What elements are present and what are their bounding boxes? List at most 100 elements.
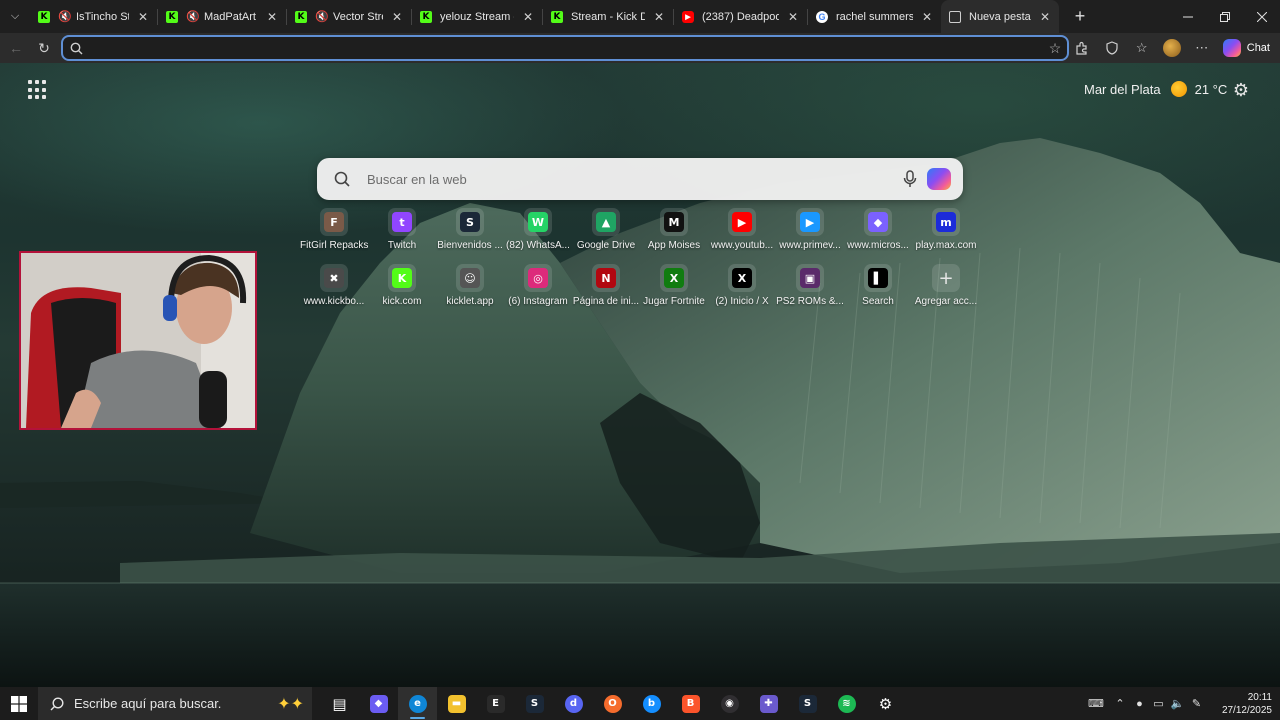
quick-link-tile[interactable]: ▶ www.youtub... [708, 206, 776, 262]
quick-link-tile[interactable]: ◆ www.micros... [844, 206, 912, 262]
minimize-button[interactable] [1169, 0, 1206, 33]
clock-date: 27/12/2025 [1221, 704, 1272, 716]
taskbar-app-button[interactable]: e [398, 687, 437, 720]
speaker-icon[interactable]: 🔈 [1168, 687, 1187, 720]
quick-link-icon-frame: m [932, 208, 960, 236]
quick-link-label: Google Drive [576, 240, 636, 251]
close-tab-icon[interactable]: ✕ [921, 10, 933, 24]
quick-link-tile[interactable]: m play.max.com [912, 206, 980, 262]
steam-icon: S [460, 212, 480, 232]
quick-link-tile[interactable]: t Twitch [368, 206, 436, 262]
back-button[interactable]: ← [2, 34, 30, 62]
muted-speaker-icon[interactable]: 🔇 [186, 10, 200, 23]
network-icon[interactable]: ▭ [1149, 687, 1168, 720]
taskbar-app-button[interactable]: S [788, 687, 827, 720]
taskbar-app-button[interactable]: ▬ [437, 687, 476, 720]
web-search-box[interactable]: Buscar en la web [317, 158, 963, 200]
taskbar-search-box[interactable]: Escribe aquí para buscar. ✦✦ [38, 687, 312, 720]
whatsapp-icon: W [528, 212, 548, 232]
taskbar-app-button[interactable]: ✚ [749, 687, 788, 720]
quick-link-tile[interactable]: ◎ (6) Instagram [504, 262, 572, 318]
taskbar-app-button[interactable]: ▤ [320, 687, 359, 720]
quick-link-tile[interactable]: N Página de ini... [572, 262, 640, 318]
browser-tab[interactable]: K 🔇 IsTincho Stream ✕ [30, 0, 157, 33]
more-options-icon[interactable]: ⋯ [1187, 33, 1217, 63]
streamer-webcam-image [21, 253, 255, 428]
quick-link-tile[interactable]: ▌ Search [844, 262, 912, 318]
quick-link-tile[interactable]: ▣ PS2 ROMs &... [776, 262, 844, 318]
taskbar-app-button[interactable]: E [476, 687, 515, 720]
weather-widget[interactable]: Mar del Plata 21 °C [1084, 81, 1227, 97]
tray-app-icon[interactable]: ● [1130, 687, 1149, 720]
start-button[interactable] [0, 687, 38, 720]
taskbar-app-button[interactable]: S [515, 687, 554, 720]
profile-button[interactable] [1157, 33, 1187, 63]
browser-tab[interactable]: K 🔇 Vector Stream - W ✕ [287, 0, 411, 33]
muted-speaker-icon[interactable]: 🔇 [315, 10, 329, 23]
new-tab-button[interactable]: + [1065, 0, 1095, 33]
quick-link-tile[interactable]: X Jugar Fortnite [640, 262, 708, 318]
show-hidden-icons-chevron-icon[interactable]: ⌃ [1110, 687, 1130, 720]
quick-link-tile[interactable]: Kkick.com [368, 262, 436, 318]
restore-button[interactable] [1206, 0, 1243, 33]
address-input[interactable] [87, 38, 1043, 58]
muted-speaker-icon[interactable]: 🔇 [58, 10, 72, 23]
taskbar-app-button[interactable]: ⚙ [866, 687, 905, 720]
quick-link-icon-frame: ✖ [320, 264, 348, 292]
taskbar-app-button[interactable]: ≋ [827, 687, 866, 720]
ps2-roms-icon: ▣ [800, 268, 820, 288]
close-tab-icon[interactable]: ✕ [1039, 10, 1051, 24]
quick-link-tile[interactable]: X (2) Inicio / X [708, 262, 776, 318]
pen-icon[interactable]: ✎ [1187, 687, 1206, 720]
close-tab-icon[interactable]: ✕ [653, 10, 665, 24]
taskbar-app-button[interactable]: d [554, 687, 593, 720]
quick-link-tile[interactable]: ▲ Google Drive [572, 206, 640, 262]
quick-link-tile[interactable]: M App Moises [640, 206, 708, 262]
taskbar-app-button[interactable]: ◉ [710, 687, 749, 720]
quick-link-tile[interactable]: ✖ www.kickbo... [300, 262, 368, 318]
browser-tab[interactable]: Kyelouz Stream - Wat ✕ [412, 0, 542, 33]
taskbar-app-button[interactable]: O [593, 687, 632, 720]
copilot-icon[interactable] [927, 168, 951, 190]
microphone-icon[interactable] [893, 170, 927, 188]
clock-time: 20:11 [1247, 691, 1272, 703]
apps-launcher-icon[interactable] [28, 80, 48, 100]
twitch-icon: t [392, 212, 412, 232]
close-window-button[interactable] [1243, 0, 1280, 33]
extensions-icon[interactable] [1067, 33, 1097, 63]
favorites-icon[interactable]: ☆ [1127, 33, 1157, 63]
address-bar[interactable]: ☆ [61, 35, 1069, 61]
tab-actions-menu-button[interactable]: ⌵ [0, 0, 30, 33]
quick-link-tile[interactable]: F FitGirl Repacks [300, 206, 368, 262]
browser-tab[interactable]: K 🔇 MadPatArt Strea ✕ [158, 0, 286, 33]
page-settings-gear-icon[interactable]: ⚙ [1231, 80, 1251, 100]
close-tab-icon[interactable]: ✕ [266, 10, 278, 24]
quick-link-icon-frame: M [660, 208, 688, 236]
quick-link-tile[interactable]: ▶ www.primev... [776, 206, 844, 262]
quick-link-tile[interactable]: W (82) WhatsA... [504, 206, 572, 262]
quick-link-tile[interactable]: S Bienvenidos ... [436, 206, 504, 262]
reload-button[interactable]: ↻ [30, 34, 58, 62]
browser-tab[interactable]: Grachel summers - Bu ✕ [808, 0, 941, 33]
close-tab-icon[interactable]: ✕ [787, 10, 799, 24]
prime-video-icon: ▶ [800, 212, 820, 232]
browser-essentials-icon[interactable] [1097, 33, 1127, 63]
taskbar-app-button[interactable]: b [632, 687, 671, 720]
taskbar-app-button[interactable]: ◆ [359, 687, 398, 720]
browser-tab[interactable]: Nueva pestaña ✕ [941, 0, 1059, 33]
close-tab-icon[interactable]: ✕ [391, 10, 403, 24]
keyboard-layout-icon[interactable]: ⌨ [1082, 687, 1110, 720]
favorite-star-icon[interactable]: ☆ [1043, 40, 1067, 57]
tab-title: Stream - Kick Dashb [571, 10, 645, 23]
quick-link-tile[interactable]: + Agregar acc... [912, 262, 980, 318]
copilot-chat-button[interactable]: Chat [1217, 33, 1280, 63]
clock[interactable]: 20:11 27/12/2025 [1206, 691, 1280, 717]
windows-logo-icon [11, 695, 27, 712]
browser-tab[interactable]: K Stream - Kick Dashb ✕ [543, 0, 673, 33]
quick-link-label: PS2 ROMs &... [776, 296, 844, 307]
browser-tab[interactable]: ▶ (2387) Deadpool is co ✕ [674, 0, 807, 33]
close-tab-icon[interactable]: ✕ [522, 10, 534, 24]
taskbar-app-button[interactable]: B [671, 687, 710, 720]
close-tab-icon[interactable]: ✕ [137, 10, 149, 24]
quick-link-tile[interactable]: ☺ kicklet.app [436, 262, 504, 318]
